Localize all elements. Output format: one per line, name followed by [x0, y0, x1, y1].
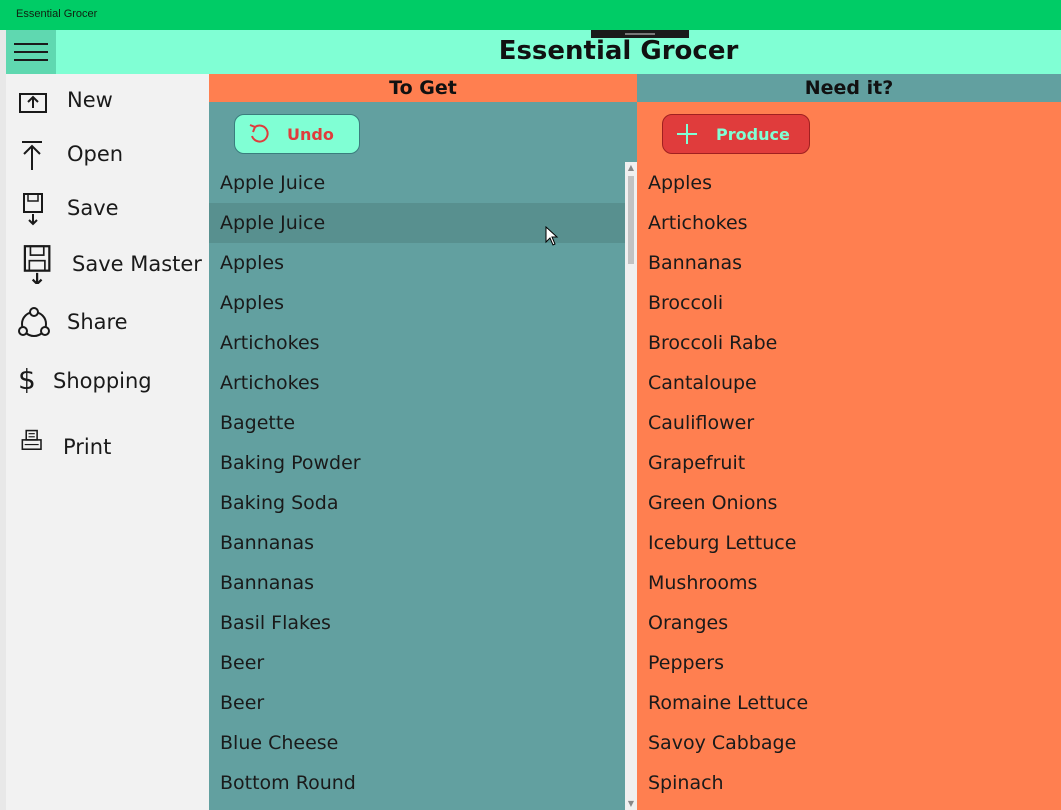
produce-label: Produce	[716, 125, 790, 144]
list-item[interactable]: Broccoli Rabe	[637, 323, 1061, 363]
print-icon	[21, 429, 42, 450]
list-item[interactable]: Cantaloupe	[637, 363, 1061, 403]
to-get-list: Apple Juice Apple Juice Apples Apples Ar…	[209, 163, 625, 803]
list-item[interactable]: Oranges	[637, 603, 1061, 643]
list-item[interactable]: Beer	[209, 683, 625, 723]
sidebar-item-open[interactable]: Open	[6, 128, 209, 182]
list-item[interactable]: Beer	[209, 643, 625, 683]
window-title: Essential Grocer	[16, 8, 98, 20]
mouse-pointer-icon	[545, 226, 559, 246]
list-item[interactable]: Apple Juice	[209, 203, 625, 243]
list-item[interactable]: Iceburg Lettuce	[637, 523, 1061, 563]
sidebar: New Open Save Save Master Share $ Shoppi…	[6, 74, 209, 810]
list-item[interactable]: Romaine Lettuce	[637, 683, 1061, 723]
to-get-header: To Get	[209, 74, 637, 102]
scroll-up-icon[interactable]: ▲	[625, 162, 637, 174]
need-it-list: Apples Artichokes Bannanas Broccoli Broc…	[637, 163, 1061, 803]
sidebar-item-save-master[interactable]: Save Master	[6, 236, 209, 290]
list-item[interactable]: Apple Juice	[209, 163, 625, 203]
sidebar-item-label: Open	[67, 142, 124, 166]
scrollbar-thumb[interactable]	[628, 176, 634, 264]
dollar-icon: $	[18, 363, 36, 396]
list-item[interactable]: Bagette	[209, 403, 625, 443]
sidebar-item-label: New	[67, 88, 113, 112]
list-item[interactable]: Artichokes	[209, 323, 625, 363]
undo-button[interactable]: Undo	[234, 114, 360, 154]
undo-label: Undo	[287, 125, 334, 144]
list-item[interactable]: Artichokes	[209, 363, 625, 403]
share-icon	[18, 307, 50, 337]
need-it-panel: Need it? Produce Apples Artichokes Banna…	[637, 74, 1061, 810]
list-item[interactable]: Grapefruit	[637, 443, 1061, 483]
list-item[interactable]: Basil Flakes	[209, 603, 625, 643]
list-item[interactable]: Bannanas	[637, 243, 1061, 283]
sidebar-item-share[interactable]: Share	[6, 296, 209, 350]
sidebar-item-label: Print	[63, 435, 112, 459]
page-title: Essential Grocer	[498, 36, 739, 66]
produce-category-button[interactable]: Produce	[662, 114, 810, 154]
sidebar-item-label: Share	[67, 310, 128, 334]
list-item[interactable]: Apples	[209, 243, 625, 283]
need-it-header: Need it?	[637, 74, 1061, 102]
sidebar-item-print[interactable]: Print	[6, 419, 209, 473]
sidebar-item-save[interactable]: Save	[6, 182, 209, 236]
list-item[interactable]: Savoy Cabbage	[637, 723, 1061, 763]
list-item[interactable]: Baking Powder	[209, 443, 625, 483]
list-item[interactable]: Baking Soda	[209, 483, 625, 523]
list-item[interactable]: Bannanas	[209, 523, 625, 563]
list-item[interactable]: Mushrooms	[637, 563, 1061, 603]
list-item[interactable]: Bottom Round	[209, 763, 625, 803]
app-header: Essential Grocer	[6, 30, 1061, 74]
list-item[interactable]: Broccoli	[637, 283, 1061, 323]
plus-icon	[677, 124, 697, 144]
window-titlebar[interactable]: Essential Grocer	[0, 0, 1061, 30]
list-item[interactable]: Bannanas	[209, 563, 625, 603]
list-item[interactable]: Green Onions	[637, 483, 1061, 523]
sidebar-item-label: Save	[67, 196, 119, 220]
undo-icon	[249, 124, 269, 143]
list-item[interactable]: Cauliflower	[637, 403, 1061, 443]
list-item[interactable]: Spinach	[637, 763, 1061, 803]
sidebar-item-label: Shopping	[53, 369, 152, 393]
list-scrollbar[interactable]: ▲ ▼	[625, 162, 637, 810]
list-item[interactable]: Apples	[637, 163, 1061, 203]
sidebar-item-shopping[interactable]: $ Shopping	[6, 355, 209, 409]
scroll-down-icon[interactable]: ▼	[625, 798, 637, 810]
save-icon	[23, 193, 43, 226]
list-item[interactable]: Blue Cheese	[209, 723, 625, 763]
sidebar-item-new[interactable]: New	[6, 74, 209, 128]
sidebar-item-label: Save Master	[72, 252, 202, 276]
list-item[interactable]: Artichokes	[637, 203, 1061, 243]
list-item[interactable]: Apples	[209, 283, 625, 323]
to-get-panel: To Get Undo Apple Juice Apple Juice Appl…	[209, 74, 637, 810]
open-icon	[22, 141, 42, 170]
list-item[interactable]: Peppers	[637, 643, 1061, 683]
save-master-icon	[23, 245, 51, 284]
new-icon	[19, 93, 47, 113]
